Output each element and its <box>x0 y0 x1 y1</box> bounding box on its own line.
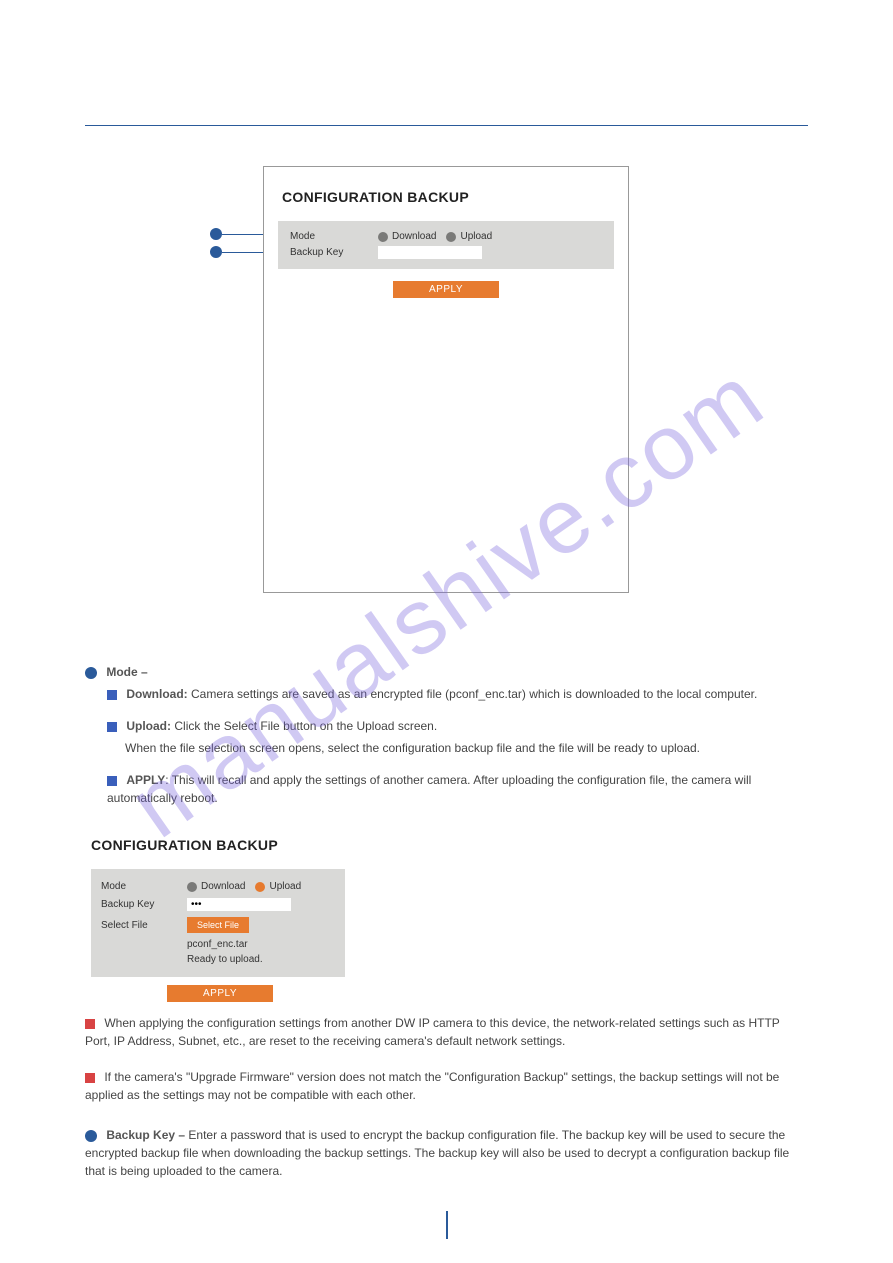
ready-text: Ready to upload. <box>187 954 335 965</box>
panel-title: CONFIGURATION BACKUP <box>264 167 628 221</box>
callout-dot-1 <box>210 228 222 240</box>
backup-key-input-2[interactable] <box>187 898 291 911</box>
square-bullet-icon <box>107 690 117 700</box>
radio-upload[interactable] <box>446 232 456 242</box>
note2-text: If the camera's "Upgrade Firmware" versi… <box>85 1070 779 1102</box>
radio-upload-2[interactable] <box>255 882 265 892</box>
radio-upload-label-2: Upload <box>269 881 301 892</box>
note1-text: When applying the configuration settings… <box>85 1016 780 1048</box>
square-bullet-red-icon <box>85 1073 95 1083</box>
select-file-button[interactable]: Select File <box>187 917 249 933</box>
page-footer <box>438 1211 456 1239</box>
mode-label: Mode <box>290 231 378 242</box>
mode-label-2: Mode <box>101 881 187 892</box>
square-bullet-icon <box>107 776 117 786</box>
radio-download-label: Download <box>392 231 436 242</box>
radio-upload-label: Upload <box>460 231 492 242</box>
apply-button[interactable]: APPLY <box>393 281 499 298</box>
filename-text: pconf_enc.tar <box>187 939 335 950</box>
radio-download-2[interactable] <box>187 882 197 892</box>
mode-item-label: Mode – <box>106 665 147 679</box>
numbered-dot-2 <box>85 1130 97 1142</box>
backup-key-desc: Enter a password that is used to encrypt… <box>85 1128 789 1178</box>
backup-key-label-2: Backup Key <box>101 899 187 910</box>
backup-key-item-label: Backup Key – <box>106 1128 185 1142</box>
square-bullet-red-icon <box>85 1019 95 1029</box>
radio-download-label-2: Download <box>201 881 245 892</box>
upload-desc1: Click the Select File button on the Uplo… <box>174 719 437 733</box>
backup-key-input[interactable] <box>378 246 482 259</box>
apply-desc: This will recall and apply the settings … <box>107 773 751 805</box>
select-file-label: Select File <box>101 920 187 931</box>
backup-key-label: Backup Key <box>290 247 378 258</box>
config-backup-panel-download: CONFIGURATION BACKUP Mode Download Uploa… <box>263 166 629 593</box>
upload-desc2: When the file selection screen opens, se… <box>125 741 700 755</box>
apply-button-2[interactable]: APPLY <box>167 985 273 1002</box>
callout-dot-2 <box>210 246 222 258</box>
download-desc: Camera settings are saved as an encrypte… <box>191 687 757 701</box>
download-label: Download: <box>126 687 187 701</box>
numbered-dot-1 <box>85 667 97 679</box>
apply-label: APPLY <box>126 773 165 787</box>
radio-download[interactable] <box>378 232 388 242</box>
square-bullet-icon <box>107 722 117 732</box>
footer-divider <box>446 1211 448 1239</box>
upload-label: Upload: <box>126 719 171 733</box>
panel2-title: CONFIGURATION BACKUP <box>91 837 808 853</box>
